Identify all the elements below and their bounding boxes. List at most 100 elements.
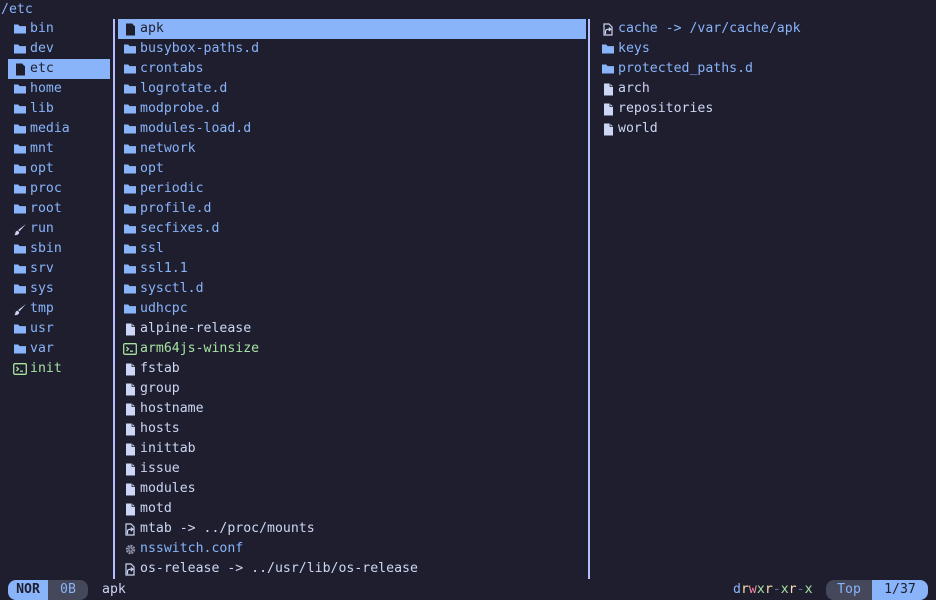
directory-entry[interactable]: sys <box>8 279 110 299</box>
file-entry[interactable]: mtab -> ../proc/mounts <box>118 519 586 539</box>
parent-directory-pane[interactable]: bin dev etc home lib media mnt opt proc root run sb… <box>8 19 110 579</box>
directory-entry[interactable]: periodic <box>118 179 586 199</box>
directory-entry[interactable]: keys <box>596 39 928 59</box>
permission-char: r <box>740 582 749 597</box>
file-entry[interactable]: hosts <box>118 419 586 439</box>
entry-name: apk <box>140 21 164 36</box>
directory-entry[interactable]: dev <box>8 39 110 59</box>
folder-icon <box>123 43 137 55</box>
permission-char: d <box>733 582 741 597</box>
directory-entry[interactable]: protected_paths.d <box>596 59 928 79</box>
directory-entry[interactable]: sysctl.d <box>118 279 586 299</box>
directory-entry[interactable]: modprobe.d <box>118 99 586 119</box>
entry-name: motd <box>140 501 172 516</box>
entry-name: opt <box>30 161 54 176</box>
directory-entry[interactable]: profile.d <box>118 199 586 219</box>
entry-name: cache -> /var/cache/apk <box>618 21 801 36</box>
file-entry[interactable]: arm64js-winsize <box>118 339 586 359</box>
file-entry[interactable]: hostname <box>118 399 586 419</box>
folder-icon <box>13 263 27 275</box>
entry-name: fstab <box>140 361 180 376</box>
directory-entry[interactable]: home <box>8 79 110 99</box>
permission-char: x <box>756 582 765 597</box>
directory-entry[interactable]: opt <box>8 159 110 179</box>
file-entry[interactable]: os-release -> ../usr/lib/os-release <box>118 559 586 579</box>
directory-entry[interactable]: cache -> /var/cache/apk <box>596 19 928 39</box>
file-entry[interactable]: issue <box>118 459 586 479</box>
directory-entry[interactable]: secfixes.d <box>118 219 586 239</box>
folder-icon <box>123 63 137 75</box>
file-entry[interactable]: motd <box>118 499 586 519</box>
current-directory-pane[interactable]: apk busybox-paths.d crontabs logrotate.d mod… <box>118 19 586 579</box>
entry-name: protected_paths.d <box>618 61 753 76</box>
directory-entry[interactable]: modules-load.d <box>118 119 586 139</box>
entry-name: world <box>618 121 658 136</box>
directory-entry[interactable]: media <box>8 119 110 139</box>
file-entry[interactable]: arch <box>596 79 928 99</box>
entry-name: busybox-paths.d <box>140 41 260 56</box>
directory-entry[interactable]: network <box>118 139 586 159</box>
file-icon <box>601 103 615 116</box>
file-entry[interactable]: modules <box>118 479 586 499</box>
folder-icon <box>123 243 137 255</box>
entry-name: opt <box>140 161 164 176</box>
directory-entry[interactable]: sbin <box>8 239 110 259</box>
file-entry[interactable]: inittab <box>118 439 586 459</box>
directory-entry[interactable]: opt <box>118 159 586 179</box>
file-entry[interactable]: etc <box>8 59 110 79</box>
directory-entry[interactable]: ssl1.1 <box>118 259 586 279</box>
directory-entry[interactable]: usr <box>8 319 110 339</box>
symlink-icon <box>601 22 615 36</box>
file-entry[interactable]: fstab <box>118 359 586 379</box>
directory-entry[interactable]: var <box>8 339 110 359</box>
file-icon <box>123 483 137 496</box>
folder-icon <box>13 143 27 155</box>
terminal-icon <box>13 363 27 375</box>
directory-entry[interactable]: udhcpc <box>118 299 586 319</box>
permission-char: - <box>772 582 781 597</box>
folder-icon <box>123 103 137 115</box>
permission-char: x <box>804 582 813 597</box>
directory-entry[interactable]: lib <box>8 99 110 119</box>
directory-entry[interactable]: ssl <box>118 239 586 259</box>
file-entry[interactable]: world <box>596 119 928 139</box>
file-entry[interactable]: apk <box>118 19 586 39</box>
file-icon <box>123 463 137 476</box>
directory-entry[interactable]: proc <box>8 179 110 199</box>
directory-entry[interactable]: logrotate.d <box>118 79 586 99</box>
entry-name: modules-load.d <box>140 121 252 136</box>
permission-char: r <box>764 582 773 597</box>
file-entry[interactable]: tmp <box>8 299 110 319</box>
directory-entry[interactable]: crontabs <box>118 59 586 79</box>
folder-icon <box>13 23 27 35</box>
entry-name: var <box>30 341 54 356</box>
file-entry[interactable]: run <box>8 219 110 239</box>
directory-entry[interactable]: mnt <box>8 139 110 159</box>
entry-name: inittab <box>140 441 196 456</box>
folder-icon <box>601 63 615 75</box>
file-entry[interactable]: repositories <box>596 99 928 119</box>
pane-separator <box>113 19 115 579</box>
file-entry[interactable]: group <box>118 379 586 399</box>
directory-entry[interactable]: busybox-paths.d <box>118 39 586 59</box>
preview-pane[interactable]: cache -> /var/cache/apk keys protected_pat… <box>596 19 928 579</box>
mode-indicator: NOR <box>8 580 48 600</box>
file-entry[interactable]: alpine-release <box>118 319 586 339</box>
entry-name: mnt <box>30 141 54 156</box>
directory-entry[interactable]: bin <box>8 19 110 39</box>
folder-icon <box>123 303 137 315</box>
entry-name: run <box>30 221 54 236</box>
folder-icon <box>123 143 137 155</box>
entry-name: nsswitch.conf <box>140 541 244 556</box>
directory-entry[interactable]: srv <box>8 259 110 279</box>
entry-name: lib <box>30 101 54 116</box>
entry-name: usr <box>30 321 54 336</box>
file-icon <box>123 363 137 376</box>
entry-name: os-release -> ../usr/lib/os-release <box>140 561 418 576</box>
folder-icon <box>123 163 137 175</box>
entry-name: profile.d <box>140 201 212 216</box>
file-entry[interactable]: nsswitch.conf <box>118 539 586 559</box>
file-entry[interactable]: init <box>8 359 110 379</box>
directory-entry[interactable]: root <box>8 199 110 219</box>
entry-name: srv <box>30 261 54 276</box>
